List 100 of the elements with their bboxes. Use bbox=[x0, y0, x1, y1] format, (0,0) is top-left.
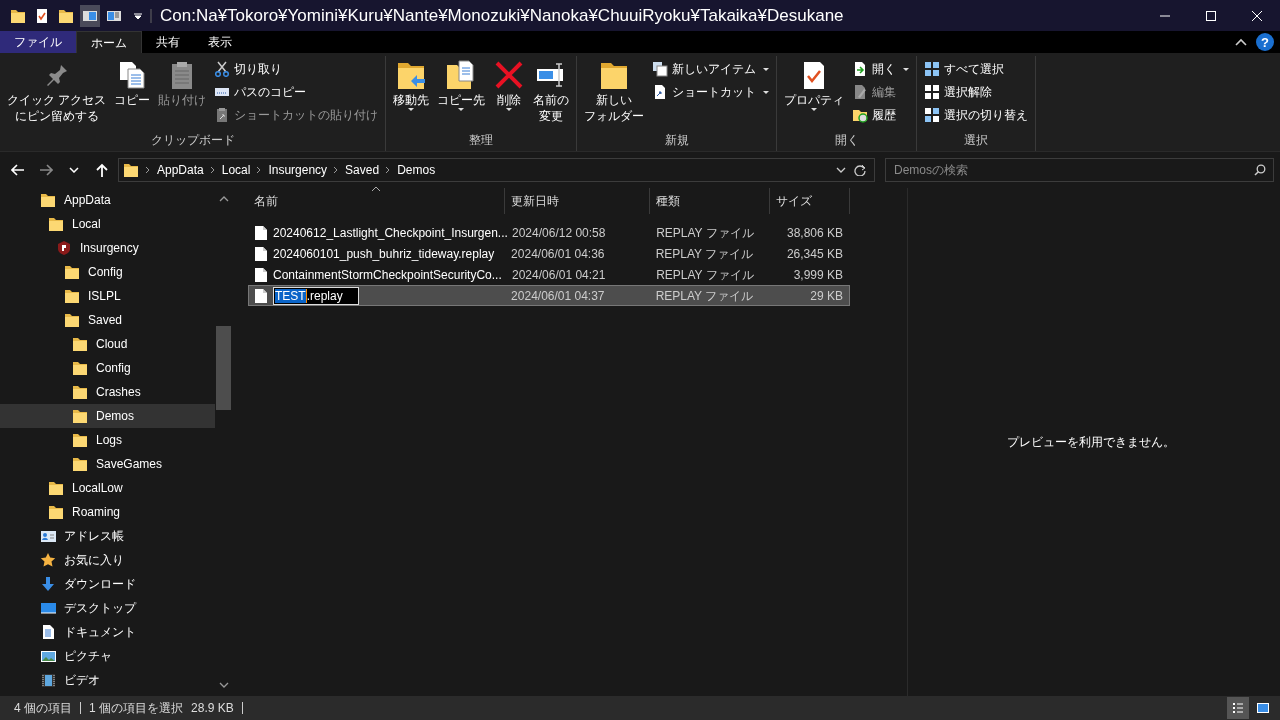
maximize-icon bbox=[1205, 9, 1217, 22]
ribbon-tab[interactable]: 共有 bbox=[142, 31, 194, 53]
view-button[interactable] bbox=[1227, 697, 1249, 719]
tree-item[interactable]: ISLPL bbox=[0, 284, 215, 308]
download-arrow-icon bbox=[40, 576, 56, 592]
size-cell-text: 3,999 KB bbox=[792, 266, 844, 284]
ribbon-button[interactable]: パスのコピー bbox=[211, 81, 382, 103]
ribbon-button[interactable]: 切り取り bbox=[211, 58, 382, 80]
date-cell-text: 2024/06/12 00:58 bbox=[511, 224, 607, 242]
caret-icon bbox=[134, 12, 142, 19]
file-icon bbox=[253, 224, 267, 241]
tree-item[interactable]: Roaming bbox=[0, 500, 215, 524]
ribbon-button[interactable]: すべて選択 bbox=[921, 58, 1032, 80]
folder-icon bbox=[72, 456, 88, 472]
scrollbar-thumb[interactable] bbox=[216, 326, 231, 410]
ribbon-button[interactable]: 名前の 変更 bbox=[530, 56, 573, 131]
file-row[interactable]: TEST.replay 2024/06/01 04:37 REPLAY ファイル 29 KB bbox=[248, 285, 850, 306]
breadcrumb[interactable]: Insurgency bbox=[268, 161, 328, 179]
star-icon bbox=[40, 552, 56, 568]
ribbon-button[interactable]: 選択解除 bbox=[921, 81, 1032, 103]
column-header[interactable]: サイズ bbox=[770, 188, 850, 214]
ribbon-button[interactable]: コピー bbox=[111, 56, 154, 131]
tree-item[interactable]: アドレス帳 bbox=[0, 524, 215, 548]
ribbon-button[interactable]: 開く bbox=[849, 58, 913, 80]
ribbon-button[interactable]: 削除 bbox=[490, 56, 529, 131]
tree-item[interactable]: ドキュメント bbox=[0, 620, 215, 644]
ribbon-button[interactable]: クイック アクセス にピン留めする bbox=[4, 56, 110, 131]
tree-item[interactable]: Insurgency bbox=[0, 236, 215, 260]
tree-item[interactable]: お気に入り bbox=[0, 548, 215, 572]
date-cell-text: 2024/06/01 04:36 bbox=[510, 245, 606, 263]
tree-item[interactable]: Local bbox=[0, 212, 215, 236]
details-view-icon bbox=[1231, 701, 1245, 715]
up-arrow-icon bbox=[95, 163, 109, 177]
status-text: 28.9 KB bbox=[191, 700, 234, 717]
tree-item[interactable]: ピクチャ bbox=[0, 644, 215, 668]
document-icon bbox=[40, 624, 56, 640]
ribbon-button[interactable]: 選択の切り替え bbox=[921, 104, 1032, 126]
file-icon bbox=[253, 266, 267, 283]
ribbon-button[interactable]: ショートカット bbox=[649, 81, 773, 103]
tree-item[interactable]: ビデオ bbox=[0, 668, 215, 692]
breadcrumb[interactable]: AppData bbox=[157, 161, 204, 179]
column-header[interactable]: 更新日時 bbox=[505, 188, 650, 214]
tree-item[interactable]: Demos bbox=[0, 404, 215, 428]
date-cell-text: 2024/06/01 04:37 bbox=[510, 287, 606, 305]
address-bar[interactable]: AppData Local Insurgency Saved Demos bbox=[118, 158, 875, 182]
back-arrow-icon bbox=[11, 163, 25, 177]
column-header[interactable]: 種類 bbox=[650, 188, 770, 214]
file-icon bbox=[253, 287, 267, 304]
column-header[interactable]: 名前 bbox=[248, 188, 505, 214]
ribbon-tab[interactable]: 表示 bbox=[194, 31, 246, 53]
folder-icon bbox=[72, 408, 88, 424]
folder-icon bbox=[72, 384, 88, 400]
ribbon-tab[interactable]: ホーム bbox=[76, 31, 142, 53]
chevron-icon bbox=[385, 166, 392, 174]
type-cell-text: REPLAY ファイル bbox=[655, 224, 755, 242]
breadcrumb[interactable]: Local bbox=[221, 161, 251, 179]
chevron-down-icon bbox=[836, 167, 846, 173]
tree-item[interactable]: LocalLow bbox=[0, 476, 215, 500]
tree-item[interactable]: AppData bbox=[0, 188, 215, 212]
rename-field[interactable]: TEST.replay bbox=[273, 286, 359, 305]
group-label: クリップボード bbox=[149, 132, 236, 149]
tree-item[interactable]: Crashes bbox=[0, 380, 215, 404]
pane-button[interactable] bbox=[80, 4, 100, 27]
contact-card-icon bbox=[40, 528, 56, 544]
group-label: 整理 bbox=[468, 132, 495, 149]
tree-item[interactable]: Saved bbox=[0, 308, 215, 332]
folder-icon bbox=[72, 336, 88, 352]
file-row[interactable]: ContainmentStormCheckpointSecurityCo... 2024/06/01 04:21 REPLAY ファイル 3,999 KB bbox=[248, 264, 850, 285]
file-row[interactable]: 20240612_Lastlight_Checkpoint_Insurgen... 2024/06/12 00:58 REPLAY ファイル 38,806 KB bbox=[248, 222, 850, 243]
scroll-up-icon bbox=[218, 195, 229, 203]
tree-item[interactable]: ダウンロード bbox=[0, 572, 215, 596]
chevron-icon bbox=[256, 166, 263, 174]
ribbon-button[interactable]: 履歴 bbox=[849, 104, 913, 126]
folder-icon bbox=[64, 312, 80, 328]
tree-item[interactable]: Config bbox=[0, 356, 215, 380]
ribbon-button[interactable]: コピー先 bbox=[434, 56, 489, 131]
folder-icon bbox=[58, 7, 74, 24]
status-text: 4 個の項目 bbox=[14, 700, 72, 717]
tree-item[interactable]: Cloud bbox=[0, 332, 215, 356]
tree-item[interactable]: デスクトップ bbox=[0, 596, 215, 620]
folder-icon bbox=[48, 480, 64, 496]
type-cell-text: REPLAY ファイル bbox=[655, 266, 755, 284]
search-field[interactable]: Demosの検索 bbox=[885, 158, 1274, 182]
ribbon-button[interactable]: 移動先 bbox=[390, 56, 433, 131]
breadcrumb[interactable]: Demos bbox=[397, 161, 436, 179]
scissors-icon bbox=[214, 61, 231, 77]
ribbon-button[interactable]: プロパティ bbox=[781, 56, 848, 131]
tree-item[interactable]: SaveGames bbox=[0, 452, 215, 476]
folder-icon bbox=[72, 432, 88, 448]
search-icon bbox=[1254, 164, 1266, 176]
breadcrumb[interactable]: Saved bbox=[345, 161, 380, 179]
folder-icon bbox=[64, 288, 80, 304]
file-row[interactable]: 2024060101_push_buhriz_tideway.replay 2024/06/01 04:36 REPLAY ファイル 26,345 KB bbox=[248, 243, 850, 264]
tree-item[interactable]: Logs bbox=[0, 428, 215, 452]
file-menu-button[interactable]: ファイル bbox=[0, 31, 76, 53]
tree-item[interactable]: Config bbox=[0, 260, 215, 284]
ribbon-button[interactable]: 新しい フォルダー bbox=[581, 56, 648, 131]
help-button[interactable]: ? bbox=[1256, 33, 1274, 51]
select-all-icon bbox=[924, 61, 941, 77]
ribbon-button[interactable]: 新しいアイテム bbox=[649, 58, 773, 80]
